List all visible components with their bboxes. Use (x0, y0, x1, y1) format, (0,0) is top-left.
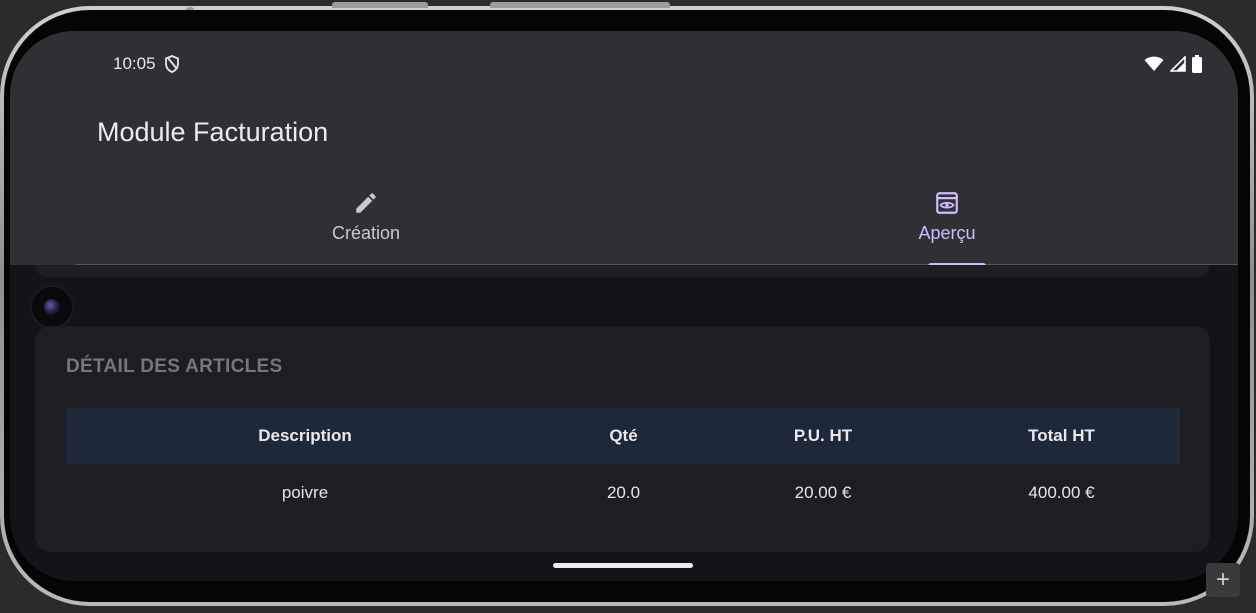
power-button (490, 2, 670, 8)
cell-total: 400.00 € (1028, 483, 1095, 502)
cell-quantity: 20.0 (606, 483, 641, 502)
tab-creation[interactable]: Création (266, 177, 466, 265)
column-header-quantity: Qté (609, 426, 638, 445)
signal-icon (1170, 56, 1186, 72)
articles-table: Description Qté P.U. HT Total HT poivre … (66, 408, 1180, 522)
home-indicator[interactable] (553, 563, 693, 568)
shield-icon (165, 55, 179, 73)
table-row: poivre 20.0 20.00 € 400.00 € (66, 464, 1180, 522)
camera-lens (44, 299, 60, 315)
app-bar: 10:05 Module Facturation Création Aperçu (10, 31, 1238, 266)
tab-apercu-label: Aperçu (918, 223, 976, 243)
page-title: Module Facturation (97, 117, 329, 147)
add-button[interactable]: + (1206, 563, 1240, 597)
tab-apercu[interactable]: Aperçu (847, 177, 1047, 266)
previous-card-edge (35, 265, 1210, 277)
edit-pencil-icon (356, 193, 376, 213)
cell-description: poivre (281, 483, 329, 502)
wifi-icon (1144, 56, 1164, 71)
status-bar: 10:05 (10, 31, 1238, 97)
column-header-description: Description (258, 426, 352, 445)
tab-bar: Création Aperçu (76, 177, 1238, 266)
articles-card: DÉTAIL DES ARTICLES Description Qté P.U.… (35, 326, 1210, 552)
status-icons (1144, 55, 1202, 73)
column-header-total: Total HT (1028, 426, 1095, 445)
device-screen: 10:05 Module Facturation Création Aperçu… (10, 31, 1238, 581)
volume-button (332, 2, 428, 8)
battery-icon (1192, 55, 1202, 73)
card-title: DÉTAIL DES ARTICLES (66, 356, 283, 377)
preview-eye-icon (936, 192, 958, 214)
tab-creation-label: Création (331, 223, 401, 243)
column-header-unit-price: P.U. HT (793, 426, 853, 445)
status-time: 10:05 (113, 54, 156, 73)
cell-unit-price: 20.00 € (794, 483, 852, 502)
table-header-row: Description Qté P.U. HT Total HT (66, 408, 1180, 464)
front-camera (32, 287, 72, 327)
